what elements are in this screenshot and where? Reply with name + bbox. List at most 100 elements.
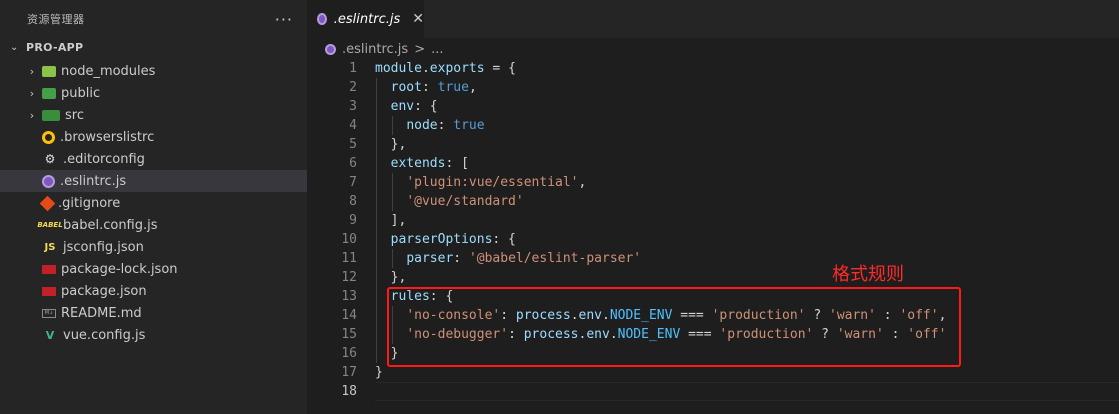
line-number: 2	[349, 80, 357, 95]
breadcrumb: .eslintrc.js > ...	[307, 38, 1119, 60]
tree-item[interactable]: package-lock.json	[0, 258, 307, 280]
tree-item-label: vue.config.js	[63, 327, 146, 343]
breadcrumb-file[interactable]: .eslintrc.js	[342, 42, 408, 57]
explorer-header: 资源管理器 ···	[0, 0, 307, 38]
line-number: 13	[341, 289, 357, 304]
eslint-icon	[42, 174, 55, 188]
tree-item[interactable]: .eslintrc.js	[0, 170, 307, 192]
line-number: 12	[341, 270, 357, 285]
tree-item-label: package-lock.json	[61, 261, 178, 277]
code-line: 4 node: true	[307, 116, 1119, 135]
markdown-icon: M↓	[42, 308, 56, 318]
code-token: = {	[484, 61, 516, 76]
code-line: 3 env: {	[307, 97, 1119, 116]
folder-public-icon	[42, 87, 56, 99]
close-icon[interactable]: ✕	[412, 11, 424, 27]
code-token: },	[375, 270, 407, 285]
rules-annotation: 格式规则	[832, 264, 904, 285]
code-line: 2 root: true,	[307, 78, 1119, 97]
line-source: },	[357, 137, 407, 152]
tree-item[interactable]: ⚙ .editorconfig	[0, 148, 307, 170]
code-line: 7 'plugin:vue/essential',	[307, 173, 1119, 192]
line-number: 15	[341, 327, 357, 342]
explorer-title: 资源管理器	[27, 13, 85, 26]
breadcrumb-symbol[interactable]: ...	[431, 42, 443, 57]
code-token: 'plugin:vue/essential'	[406, 175, 579, 190]
line-number: 17	[341, 365, 357, 380]
tree-item[interactable]: BABEL babel.config.js	[0, 214, 307, 236]
indent-guide	[392, 249, 393, 268]
tree-item-label: jsconfig.json	[63, 239, 144, 255]
explorer-sidebar: 资源管理器 ··· ⌄ PRO-APP › node_modules › public…	[0, 0, 307, 414]
folder-src-icon	[42, 109, 60, 121]
line-number: 18	[341, 384, 357, 399]
tree-item-label: .editorconfig	[63, 151, 145, 167]
line-number: 8	[349, 194, 357, 209]
tree-item[interactable]: package.json	[0, 280, 307, 302]
tree-item[interactable]: .browserslistrc	[0, 126, 307, 148]
tree-item[interactable]: › src	[0, 104, 307, 126]
tree-item-label: package.json	[61, 283, 147, 299]
line-source: module.exports = {	[357, 61, 516, 76]
tree-item-label: .browserslistrc	[60, 129, 155, 145]
code-token: : {	[492, 232, 516, 247]
chevron-down-icon: ⌄	[10, 41, 19, 53]
browserslist-icon	[42, 130, 55, 144]
eslint-icon	[317, 13, 327, 25]
current-line-highlight	[375, 382, 1119, 401]
line-number: 4	[349, 118, 357, 133]
line-number: 3	[349, 99, 357, 114]
line-number: 7	[349, 175, 357, 190]
babel-icon: BABEL	[37, 221, 63, 229]
line-source: extends: [	[357, 156, 469, 171]
tree-item[interactable]: .gitignore	[0, 192, 307, 214]
npm-icon	[42, 286, 56, 296]
tab-eslintrc[interactable]: .eslintrc.js ✕	[307, 0, 425, 38]
line-number: 10	[341, 232, 357, 247]
tree-item[interactable]: Vvue.config.js	[0, 324, 307, 346]
line-number: 6	[349, 156, 357, 171]
workspace-section-header[interactable]: ⌄ PRO-APP	[0, 37, 307, 57]
eslint-icon	[325, 43, 336, 55]
breadcrumb-separator: >	[414, 41, 426, 57]
line-number: 14	[341, 308, 357, 323]
line-source: parserOptions: {	[357, 232, 516, 247]
code-line: 11 parser: '@babel/eslint-parser'	[307, 249, 1119, 268]
code-line: 12 },	[307, 268, 1119, 287]
line-source: }	[357, 365, 383, 380]
chevron-right-icon: ›	[29, 108, 35, 122]
tree-item-label: public	[61, 85, 101, 101]
tree-item[interactable]: JS jsconfig.json	[0, 236, 307, 258]
chevron-right-icon: ›	[29, 64, 35, 78]
code-token: : {	[414, 99, 438, 114]
more-actions-icon[interactable]: ···	[275, 10, 293, 29]
code-token: true	[453, 118, 485, 133]
line-number: 1	[349, 61, 357, 76]
code-token: : [	[445, 156, 469, 171]
code-line: 6 extends: [	[307, 154, 1119, 173]
tree-item[interactable]: › node_modules	[0, 60, 307, 82]
code-token: '@vue/standard'	[406, 194, 524, 209]
code-line: 1 module.exports = {	[307, 59, 1119, 78]
chevron-right-icon: ›	[29, 86, 35, 100]
code-line: 5 },	[307, 135, 1119, 154]
line-source: root: true,	[357, 80, 477, 95]
tree-item[interactable]: › public	[0, 82, 307, 104]
code-token: :	[453, 251, 469, 266]
code-token: true	[437, 80, 469, 95]
code-token: parserOptions	[390, 232, 493, 247]
tree-item-label: src	[65, 107, 84, 123]
line-source: parser: '@babel/eslint-parser'	[357, 251, 641, 266]
code-token: env	[390, 99, 415, 114]
tree-item[interactable]: M↓ README.md	[0, 302, 307, 324]
line-number: 5	[349, 137, 357, 152]
line-source: env: {	[357, 99, 438, 114]
npm-icon	[42, 264, 56, 274]
code-token: node	[406, 118, 438, 133]
code-token: root	[390, 80, 422, 95]
